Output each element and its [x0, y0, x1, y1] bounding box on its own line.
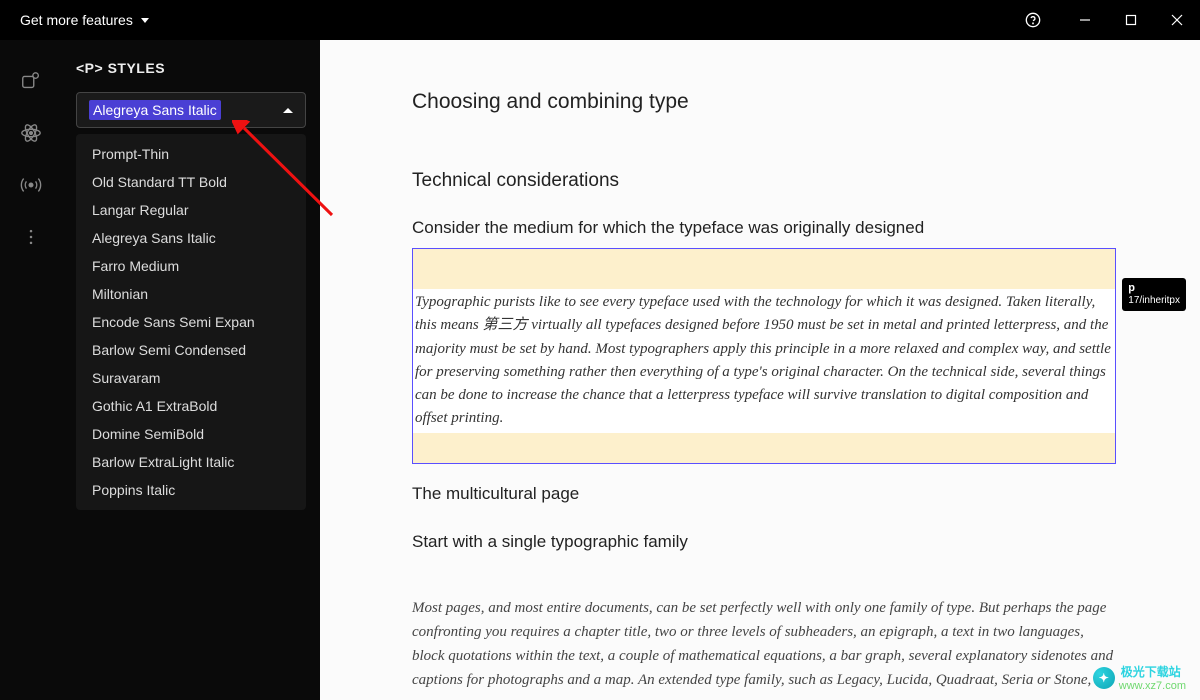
close-button[interactable]: [1154, 0, 1200, 40]
maximize-button[interactable]: [1108, 0, 1154, 40]
layers-icon[interactable]: [20, 70, 42, 92]
paragraph-text[interactable]: Typographic purists like to see every ty…: [413, 289, 1115, 433]
font-dropdown[interactable]: Prompt-Thin Old Standard TT Bold Langar …: [76, 134, 306, 510]
block-margin-top: [413, 249, 1115, 289]
chevron-down-icon: [141, 18, 149, 23]
watermark-name: 极光下载站: [1121, 663, 1186, 680]
watermark: ✦ 极光下载站 www.xz7.com: [1093, 663, 1186, 692]
font-select-value: Alegreya Sans Italic: [89, 100, 221, 120]
font-option[interactable]: Encode Sans Semi Expan: [76, 308, 306, 336]
watermark-logo-icon: ✦: [1093, 667, 1115, 689]
titlebar: Get more features: [0, 0, 1200, 40]
caret-up-icon: [283, 108, 293, 113]
more-icon[interactable]: [20, 226, 42, 248]
help-button[interactable]: [1010, 0, 1056, 40]
sidebar-title: <P> STYLES: [76, 60, 306, 76]
font-option[interactable]: Domine SemiBold: [76, 420, 306, 448]
font-option[interactable]: Suravaram: [76, 364, 306, 392]
features-menu[interactable]: Get more features: [20, 12, 149, 28]
minimize-button[interactable]: [1062, 0, 1108, 40]
window-controls: [1010, 0, 1200, 40]
heading-3[interactable]: The multicultural page: [412, 484, 1116, 504]
maximize-icon: [1125, 14, 1137, 26]
font-select[interactable]: Alegreya Sans Italic: [76, 92, 306, 128]
font-option[interactable]: Prompt-Thin: [76, 140, 306, 168]
paragraph-text[interactable]: Most pages, and most entire documents, c…: [412, 596, 1116, 700]
canvas[interactable]: Choosing and combining type Technical co…: [320, 40, 1200, 700]
minimize-icon: [1079, 14, 1091, 26]
help-icon: [1025, 12, 1041, 28]
broadcast-icon[interactable]: [20, 174, 42, 196]
tag-size: 17/inheritpx: [1128, 295, 1180, 307]
sidebar: <P> STYLES Alegreya Sans Italic Prompt-T…: [62, 40, 320, 700]
features-label: Get more features: [20, 12, 133, 28]
atom-icon[interactable]: [20, 122, 42, 144]
font-option[interactable]: Miltonian: [76, 280, 306, 308]
font-option[interactable]: Barlow Semi Condensed: [76, 336, 306, 364]
tag-name: p: [1128, 282, 1180, 295]
element-tag-badge: p 17/inheritpx: [1122, 278, 1186, 311]
font-option[interactable]: Old Standard TT Bold: [76, 168, 306, 196]
heading-1[interactable]: Choosing and combining type: [412, 90, 1116, 114]
heading-3[interactable]: Start with a single typographic family: [412, 532, 1116, 552]
block-margin-bottom: [413, 433, 1115, 463]
font-option[interactable]: Alegreya Sans Italic: [76, 224, 306, 252]
app-body: <P> STYLES Alegreya Sans Italic Prompt-T…: [0, 40, 1200, 700]
close-icon: [1171, 14, 1183, 26]
watermark-url: www.xz7.com: [1119, 680, 1186, 692]
font-option[interactable]: Gothic A1 ExtraBold: [76, 392, 306, 420]
heading-2[interactable]: Technical considerations: [412, 170, 1116, 192]
font-option[interactable]: Langar Regular: [76, 196, 306, 224]
selected-paragraph-block[interactable]: Typographic purists like to see every ty…: [412, 248, 1116, 464]
canvas-content: Choosing and combining type Technical co…: [320, 40, 1200, 700]
font-option[interactable]: Farro Medium: [76, 252, 306, 280]
font-option[interactable]: Barlow ExtraLight Italic: [76, 448, 306, 476]
font-option[interactable]: Poppins Italic: [76, 476, 306, 504]
heading-3[interactable]: Consider the medium for which the typefa…: [412, 218, 1116, 238]
iconbar: [0, 40, 62, 700]
